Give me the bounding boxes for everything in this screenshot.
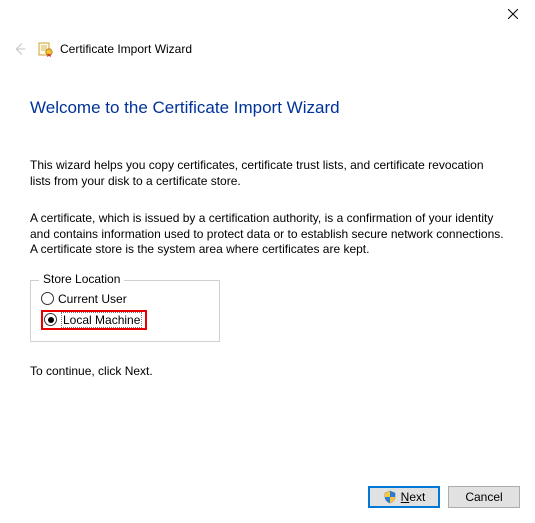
certificate-icon [38,41,54,57]
description-para-2: A certificate, which is issued by a cert… [30,211,505,258]
red-highlight-box: Local Machine [41,310,147,330]
continue-hint: To continue, click Next. [30,364,505,378]
radio-icon-selected [44,313,57,326]
cancel-button-label: Cancel [465,490,502,504]
back-arrow-icon [11,40,29,58]
wizard-header: Certificate Import Wizard [0,30,535,68]
radio-current-user[interactable]: Current User [41,291,209,307]
close-icon [508,9,518,19]
next-button-label: Next [401,490,426,504]
radio-icon-unselected [41,292,54,305]
description-para-1: This wizard helps you copy certificates,… [30,158,505,189]
back-button [10,39,30,59]
store-location-group: Store Location Current User Local Machin… [30,280,220,342]
wizard-title: Certificate Import Wizard [60,42,192,56]
uac-shield-icon [383,490,397,504]
next-button[interactable]: Next [368,486,440,508]
close-button[interactable] [490,0,535,28]
cancel-button[interactable]: Cancel [448,486,520,508]
radio-local-machine[interactable]: Local Machine [41,309,209,331]
radio-current-user-label: Current User [58,292,127,306]
store-location-legend: Store Location [39,272,124,286]
radio-local-machine-label: Local Machine [61,312,142,328]
page-title: Welcome to the Certificate Import Wizard [30,98,505,118]
